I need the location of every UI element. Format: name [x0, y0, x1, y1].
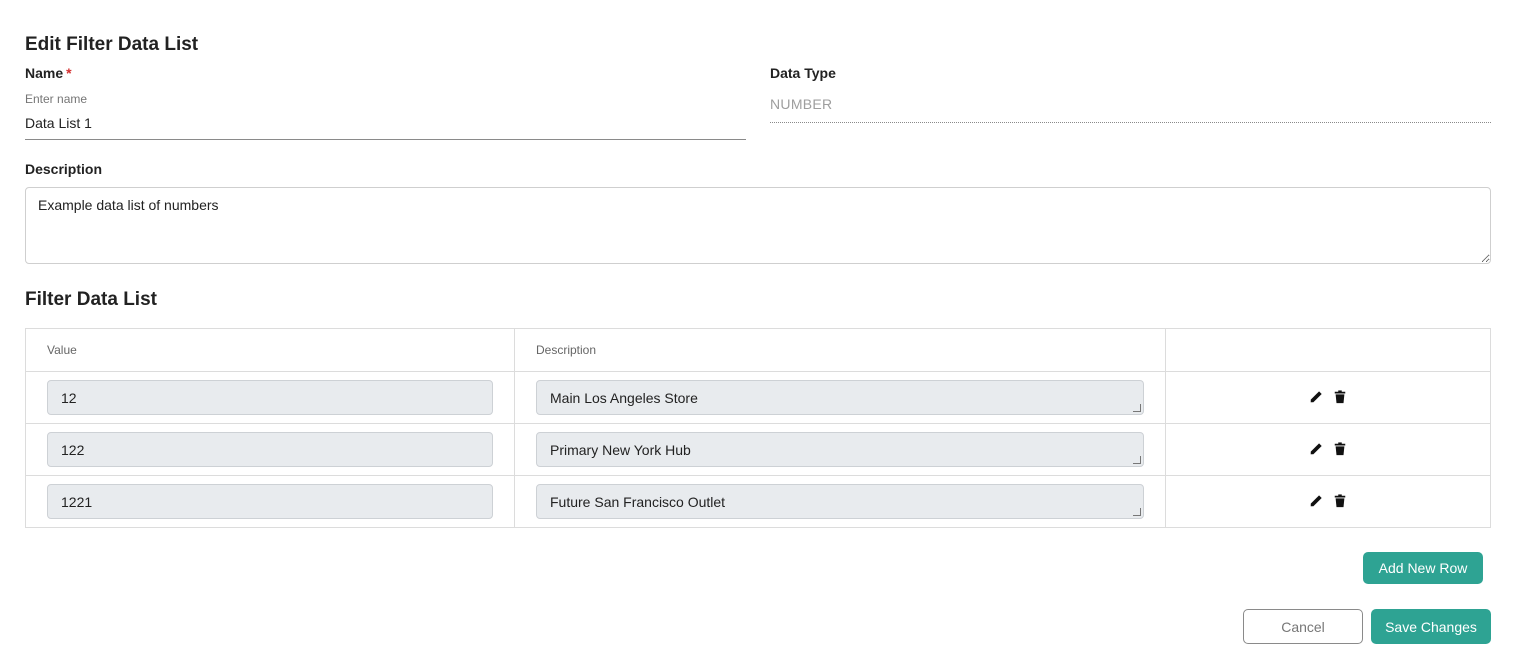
trash-icon[interactable]	[1333, 493, 1347, 509]
value-cell	[25, 475, 515, 528]
data-type-field: NUMBER	[770, 96, 1491, 123]
column-header-actions	[1165, 328, 1491, 372]
row-description-wrap	[536, 380, 1144, 415]
edit-filter-data-list-page: Edit Filter Data List Name * Enter name D…	[0, 0, 1514, 670]
table-row	[25, 371, 1491, 424]
name-label-text: Name	[25, 65, 64, 81]
column-header-description: Description	[514, 328, 1166, 372]
row-description-input[interactable]	[536, 380, 1144, 415]
row-description-wrap	[536, 432, 1144, 467]
data-type-value: NUMBER	[770, 96, 833, 112]
row-value-input[interactable]	[47, 380, 493, 415]
row-value-input[interactable]	[47, 432, 493, 467]
pencil-icon[interactable]	[1309, 493, 1323, 509]
table-row	[25, 423, 1491, 476]
name-input[interactable]	[25, 109, 746, 140]
value-cell	[25, 423, 515, 476]
name-floating-label: Enter name	[25, 92, 88, 106]
filter-data-table: Value Description	[25, 328, 1491, 528]
description-cell	[514, 423, 1166, 476]
description-textarea[interactable]: Example data list of numbers	[25, 187, 1491, 264]
page-title: Edit Filter Data List	[25, 34, 199, 55]
filter-data-list-title: Filter Data List	[25, 289, 157, 310]
table-row	[25, 475, 1491, 528]
description-cell	[514, 475, 1166, 528]
actions-cell	[1165, 475, 1491, 528]
required-marker: *	[66, 65, 72, 81]
cancel-button[interactable]: Cancel	[1243, 609, 1363, 644]
trash-icon[interactable]	[1333, 441, 1347, 457]
name-field: Enter name	[25, 92, 746, 140]
data-type-label: Data Type	[770, 65, 836, 81]
row-description-input[interactable]	[536, 432, 1144, 467]
trash-icon[interactable]	[1333, 389, 1347, 405]
description-cell	[514, 371, 1166, 424]
name-label: Name *	[25, 65, 72, 81]
description-label: Description	[25, 161, 103, 177]
save-changes-button[interactable]: Save Changes	[1371, 609, 1491, 644]
row-description-wrap	[536, 484, 1144, 519]
pencil-icon[interactable]	[1309, 441, 1323, 457]
actions-cell	[1165, 371, 1491, 424]
row-description-input[interactable]	[536, 484, 1144, 519]
row-value-input[interactable]	[47, 484, 493, 519]
pencil-icon[interactable]	[1309, 389, 1323, 405]
actions-cell	[1165, 423, 1491, 476]
table-header-row: Value Description	[25, 328, 1491, 372]
column-header-value: Value	[25, 328, 515, 372]
add-new-row-button[interactable]: Add New Row	[1363, 552, 1483, 584]
value-cell	[25, 371, 515, 424]
